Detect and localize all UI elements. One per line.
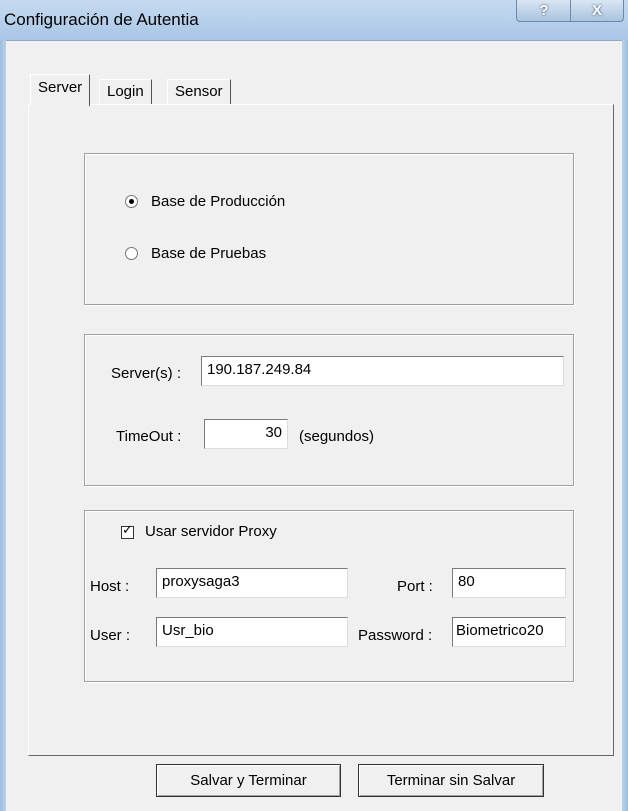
host-input[interactable]: proxysaga3 (156, 568, 348, 598)
radio-produccion-icon (125, 195, 138, 208)
exit-without-save-label: Terminar sin Salvar (386, 772, 516, 789)
window-frame-right (622, 40, 628, 811)
port-label: Port : (397, 578, 433, 595)
tab-login[interactable]: Login (99, 79, 152, 104)
save-and-exit-button[interactable]: Salvar y Terminar (156, 764, 341, 797)
password-input[interactable]: Biometrico20 (452, 617, 566, 647)
config-dialog: Configuración de Autentia ? X Server Log… (0, 0, 628, 811)
host-label: Host : (90, 578, 130, 595)
timeout-input[interactable]: 30 (204, 419, 288, 449)
radio-pruebas-label: Base de Pruebas (151, 245, 267, 262)
user-label: User : (90, 627, 131, 644)
save-and-exit-label: Salvar y Terminar (190, 772, 307, 789)
use-proxy-checkbox[interactable] (121, 523, 134, 539)
window-title: Configuración de Autentia (4, 10, 199, 29)
window-frame-left (0, 40, 6, 811)
timeout-label: TimeOut : (116, 428, 182, 445)
tab-login-label: Login (107, 83, 144, 100)
radio-pruebas-icon (125, 247, 138, 260)
title-bar: Configuración de Autentia ? X (0, 0, 628, 41)
close-icon: X (591, 2, 602, 19)
radio-produccion[interactable]: Base de Producción (125, 193, 285, 210)
password-label: Password : (358, 627, 433, 644)
close-button[interactable]: X (570, 0, 624, 22)
servers-input[interactable]: 190.187.249.84 (201, 356, 564, 386)
tab-sensor-label: Sensor (175, 83, 223, 100)
help-button[interactable]: ? (516, 0, 572, 22)
use-proxy-label: Usar servidor Proxy (145, 523, 277, 540)
exit-without-save-button[interactable]: Terminar sin Salvar (358, 764, 544, 797)
radio-pruebas[interactable]: Base de Pruebas (125, 245, 266, 262)
servers-label: Server(s) : (111, 365, 182, 382)
port-input[interactable]: 80 (452, 568, 566, 598)
help-icon: ? (539, 2, 549, 19)
tab-server-label: Server (38, 79, 83, 96)
database-group (84, 153, 574, 305)
tab-server[interactable]: Server (30, 74, 91, 106)
user-input[interactable]: Usr_bio (156, 617, 348, 647)
radio-produccion-label: Base de Producción (151, 193, 286, 210)
timeout-unit: (segundos) (299, 428, 375, 445)
tab-sensor[interactable]: Sensor (167, 79, 231, 104)
